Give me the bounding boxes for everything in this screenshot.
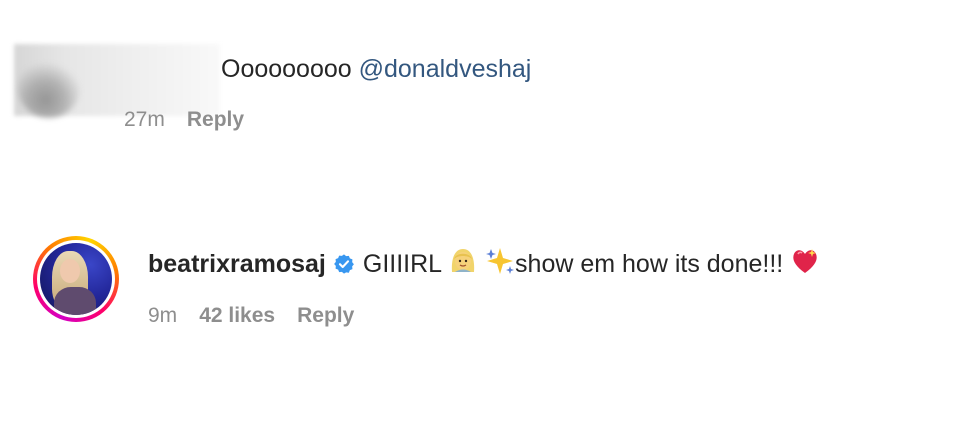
likes-count-link[interactable]: 42 likes (199, 304, 275, 327)
comment-line: beatrixramosaj GIIIIRL show em how its d… (148, 246, 820, 281)
reply-button[interactable]: Reply (297, 304, 354, 327)
sparkles-icon (486, 248, 515, 274)
comment-text-part-2 (478, 250, 485, 278)
avatar (40, 243, 112, 315)
comment-text-part-1: GIIIIRL (362, 250, 449, 278)
verified-badge-icon (333, 254, 354, 274)
reply-button[interactable]: Reply (187, 108, 244, 131)
avatar-story-ring[interactable] (33, 236, 119, 322)
woman-blond-hair-icon (451, 249, 475, 272)
comment-text-part-3: show em how its done!!! (515, 250, 791, 278)
comment-time: 9m (148, 304, 178, 327)
comment-time: 27m (124, 108, 165, 131)
comment-meta: 9m 42 likes Reply (148, 302, 354, 330)
comment-text-body: Ooooooooo (221, 55, 359, 83)
username-link[interactable]: beatrixramosaj (148, 250, 326, 278)
mention-link[interactable]: @donaldveshaj (359, 55, 532, 83)
comment-text: Ooooooooo @donaldveshaj (221, 52, 531, 86)
sparkling-heart-icon (793, 249, 817, 273)
comment-meta: 27m Reply (124, 106, 244, 134)
avatar[interactable] (18, 58, 80, 118)
